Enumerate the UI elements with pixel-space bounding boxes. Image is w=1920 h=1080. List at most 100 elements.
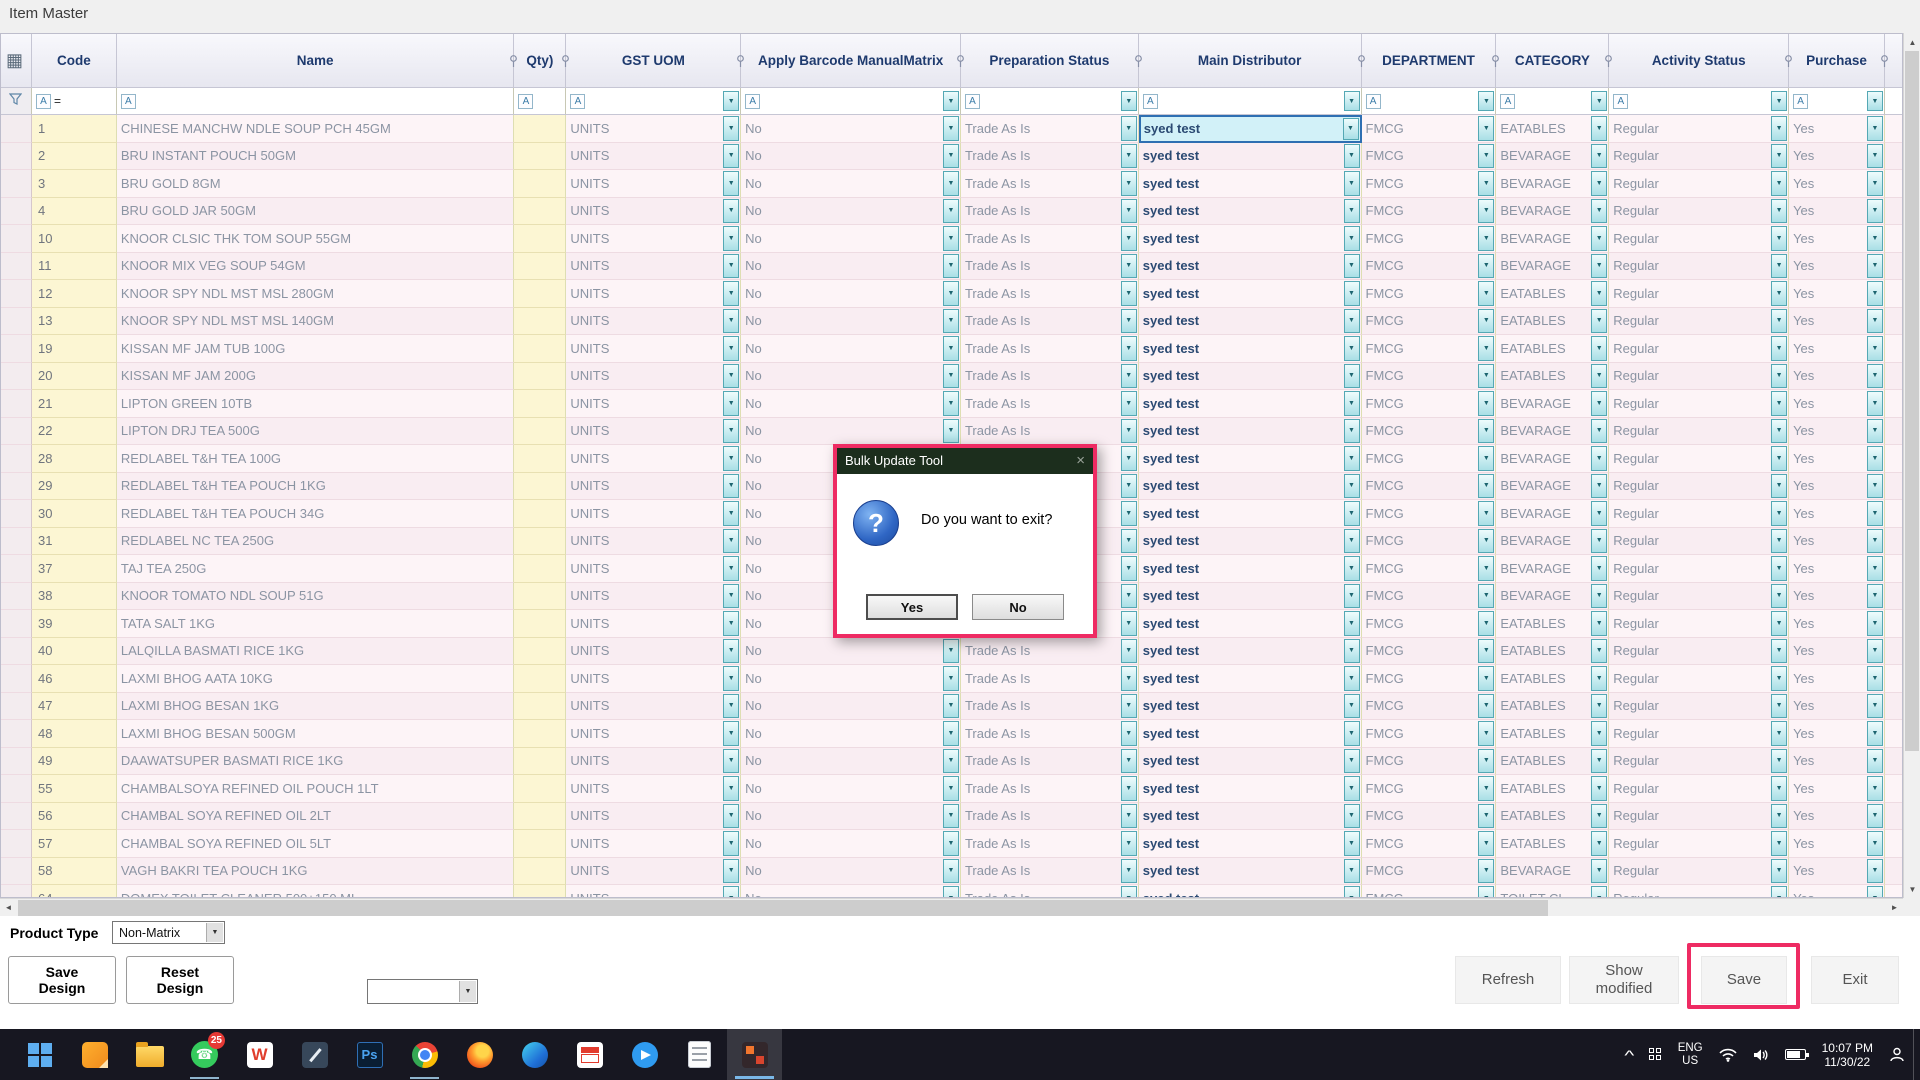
cell-dropdown-button[interactable]: ▼ xyxy=(1771,611,1787,636)
cell-dropdown-button[interactable]: ▼ xyxy=(723,886,739,898)
cell-dropdown-button[interactable]: ▼ xyxy=(1344,666,1360,691)
grid-cell-apply_barcode[interactable]: No▼ xyxy=(741,638,961,666)
row-selector[interactable] xyxy=(1,583,32,611)
save-button[interactable]: Save xyxy=(1701,956,1787,1004)
cell-dropdown-button[interactable]: ▼ xyxy=(1478,831,1494,856)
grid-cell-qty[interactable] xyxy=(514,720,566,748)
table-row[interactable]: 22LIPTON DRJ TEA 500GUNITS▼No▼Trade As I… xyxy=(1,418,1902,446)
cell-dropdown-button[interactable]: ▼ xyxy=(1344,226,1360,251)
grid-cell-activity_status[interactable]: Regular▼ xyxy=(1609,693,1789,721)
grid-cell-category[interactable]: BEVARAGE▼ xyxy=(1496,473,1609,501)
grid-cell-department[interactable]: FMCG▼ xyxy=(1362,170,1497,198)
grid-cell-main_distributor[interactable]: syed test▼ xyxy=(1139,610,1362,638)
grid-cell-department[interactable]: FMCG▼ xyxy=(1362,473,1497,501)
grid-cell-gst_uom[interactable]: UNITS▼ xyxy=(566,720,741,748)
cell-dropdown-button[interactable]: ▼ xyxy=(723,281,739,306)
grid-cell-name[interactable]: KNOOR CLSIC THK TOM SOUP 55GM xyxy=(117,225,515,253)
cell-dropdown-button[interactable]: ▼ xyxy=(1867,694,1883,719)
grid-cell-code[interactable]: 37 xyxy=(32,555,117,583)
cell-dropdown-button[interactable]: ▼ xyxy=(943,199,959,224)
cell-dropdown-button[interactable]: ▼ xyxy=(1478,501,1494,526)
grid-cell-category[interactable]: EATABLES▼ xyxy=(1496,830,1609,858)
grid-cell-activity_status[interactable]: Regular▼ xyxy=(1609,500,1789,528)
grid-cell-main_distributor[interactable]: syed test▼ xyxy=(1139,170,1362,198)
exit-button[interactable]: Exit xyxy=(1811,956,1899,1004)
refresh-button[interactable]: Refresh xyxy=(1455,956,1561,1004)
cell-dropdown-button[interactable]: ▼ xyxy=(1121,171,1137,196)
row-selector[interactable] xyxy=(1,335,32,363)
filter-corner[interactable] xyxy=(1,88,32,114)
grid-cell-gst_uom[interactable]: UNITS▼ xyxy=(566,638,741,666)
row-selector[interactable] xyxy=(1,308,32,336)
grid-cell-code[interactable]: 56 xyxy=(32,803,117,831)
grid-cell-code[interactable]: 38 xyxy=(32,583,117,611)
show-desktop-strip[interactable] xyxy=(1913,1029,1918,1080)
grid-cell-purchase[interactable]: Yes▼ xyxy=(1789,390,1885,418)
filter-prep_status[interactable]: A▼ xyxy=(961,88,1139,114)
grid-cell-main_distributor[interactable]: syed test▼ xyxy=(1139,885,1362,898)
row-selector[interactable] xyxy=(1,390,32,418)
grid-cell-activity_status[interactable]: Regular▼ xyxy=(1609,610,1789,638)
grid-cell-department[interactable]: FMCG▼ xyxy=(1362,500,1497,528)
column-header-name[interactable]: Name xyxy=(117,34,515,87)
table-row[interactable]: 64DOMEX TOILET CLEANER 500+150 MLUNITS▼N… xyxy=(1,885,1902,898)
grid-cell-prep_status[interactable]: Trade As Is▼ xyxy=(961,280,1139,308)
cell-dropdown-button[interactable]: ▼ xyxy=(1344,391,1360,416)
cell-dropdown-button[interactable]: ▼ xyxy=(1121,336,1137,361)
grid-cell-main_distributor[interactable]: syed test▼ xyxy=(1139,225,1362,253)
grid-cell-main_distributor[interactable]: syed test▼ xyxy=(1139,445,1362,473)
grid-cell-department[interactable]: FMCG▼ xyxy=(1362,198,1497,226)
cell-dropdown-button[interactable]: ▼ xyxy=(1344,611,1360,636)
cell-dropdown-button[interactable]: ▼ xyxy=(1591,144,1607,169)
cell-dropdown-button[interactable]: ▼ xyxy=(1867,611,1883,636)
cell-dropdown-button[interactable]: ▼ xyxy=(1478,666,1494,691)
grid-cell-category[interactable]: TOILET CL▼ xyxy=(1496,885,1609,898)
grid-cell-prep_status[interactable]: Trade As Is▼ xyxy=(961,693,1139,721)
cell-dropdown-button[interactable]: ▼ xyxy=(1344,529,1360,554)
taskbar-edge[interactable] xyxy=(507,1029,562,1080)
table-row[interactable]: 49DAAWATSUPER BASMATI RICE 1KGUNITS▼No▼T… xyxy=(1,748,1902,776)
grid-cell-gst_uom[interactable]: UNITS▼ xyxy=(566,143,741,171)
cell-dropdown-button[interactable]: ▼ xyxy=(1121,721,1137,746)
grid-cell-gst_uom[interactable]: UNITS▼ xyxy=(566,473,741,501)
grid-cell-name[interactable]: KNOOR TOMATO NDL SOUP 51G xyxy=(117,583,515,611)
row-selector[interactable] xyxy=(1,500,32,528)
taskbar-item-master-app[interactable] xyxy=(727,1029,782,1080)
table-row[interactable]: 46LAXMI BHOG AATA 10KGUNITS▼No▼Trade As … xyxy=(1,665,1902,693)
cell-dropdown-button[interactable]: ▼ xyxy=(943,391,959,416)
grid-cell-department[interactable]: FMCG▼ xyxy=(1362,583,1497,611)
grid-cell-gst_uom[interactable]: UNITS▼ xyxy=(566,665,741,693)
grid-cell-qty[interactable] xyxy=(514,748,566,776)
cell-dropdown-button[interactable]: ▼ xyxy=(1344,281,1360,306)
cell-dropdown-button[interactable]: ▼ xyxy=(723,776,739,801)
cell-dropdown-button[interactable]: ▼ xyxy=(1121,364,1137,389)
grid-cell-purchase[interactable]: Yes▼ xyxy=(1789,830,1885,858)
cell-dropdown-button[interactable]: ▼ xyxy=(723,611,739,636)
cell-dropdown-button[interactable]: ▼ xyxy=(1867,584,1883,609)
grid-cell-gst_uom[interactable]: UNITS▼ xyxy=(566,528,741,556)
cell-dropdown-button[interactable]: ▼ xyxy=(723,556,739,581)
grid-cell-prep_status[interactable]: Trade As Is▼ xyxy=(961,143,1139,171)
cell-dropdown-button[interactable]: ▼ xyxy=(723,584,739,609)
table-row[interactable]: 11KNOOR MIX VEG SOUP 54GMUNITS▼No▼Trade … xyxy=(1,253,1902,281)
grid-cell-name[interactable]: LIPTON DRJ TEA 500G xyxy=(117,418,515,446)
grid-cell-prep_status[interactable]: Trade As Is▼ xyxy=(961,775,1139,803)
cell-dropdown-button[interactable]: ▼ xyxy=(1478,584,1494,609)
cell-dropdown-button[interactable]: ▼ xyxy=(1344,831,1360,856)
table-row[interactable]: 40LALQILLA BASMATI RICE 1KGUNITS▼No▼Trad… xyxy=(1,638,1902,666)
grid-cell-category[interactable]: EATABLES▼ xyxy=(1496,610,1609,638)
grid-cell-name[interactable]: BRU GOLD JAR 50GM xyxy=(117,198,515,226)
row-selector[interactable] xyxy=(1,363,32,391)
cell-dropdown-button[interactable]: ▼ xyxy=(1121,804,1137,829)
cell-dropdown-button[interactable]: ▼ xyxy=(1867,556,1883,581)
taskbar-pen-app[interactable] xyxy=(287,1029,342,1080)
cell-dropdown-button[interactable]: ▼ xyxy=(1121,859,1137,884)
cell-dropdown-button[interactable]: ▼ xyxy=(1478,749,1494,774)
cell-dropdown-button[interactable]: ▼ xyxy=(1344,171,1360,196)
cell-dropdown-button[interactable]: ▼ xyxy=(1478,886,1494,898)
cell-dropdown-button[interactable]: ▼ xyxy=(723,859,739,884)
grid-cell-qty[interactable] xyxy=(514,390,566,418)
cell-dropdown-button[interactable]: ▼ xyxy=(1867,336,1883,361)
cell-dropdown-button[interactable]: ▼ xyxy=(1344,694,1360,719)
cell-dropdown-button[interactable]: ▼ xyxy=(723,804,739,829)
